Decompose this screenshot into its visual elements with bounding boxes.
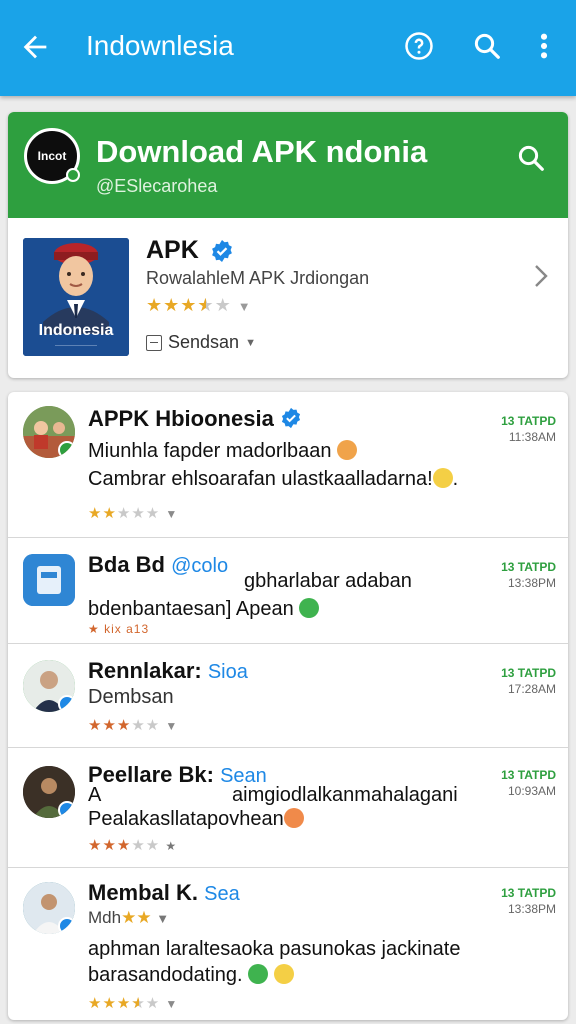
item-line3: barasandodating.	[88, 964, 294, 987]
online-dot-icon	[66, 168, 80, 182]
item-time: 17:28AM	[507, 682, 556, 696]
item-date: 13 TATPD	[501, 666, 556, 680]
item-handle: Sioa	[207, 661, 248, 683]
avatar	[23, 660, 75, 712]
item-line1: Mdh★★ ▼	[88, 908, 170, 927]
app-thumbnail[interactable]: Indonesia ——————	[23, 238, 129, 356]
message-list: APPK Hbioonesia 13 TATPD 11:38AM Miunhla…	[8, 392, 568, 1020]
chevron-right-icon[interactable]	[534, 264, 548, 288]
app-title-featured: APK	[146, 236, 199, 264]
caret-down-icon: ▼	[245, 336, 256, 349]
banner-subtitle: @ESlecarohea	[96, 176, 218, 196]
featured-rating: ★★★★★★ ▼	[146, 295, 252, 315]
avatar	[23, 406, 75, 458]
send-dropdown[interactable]: Sendsan ▼	[146, 332, 256, 353]
item-line2: bdenbantaesan] Apean	[88, 598, 320, 621]
thumbnail-sublabel: ——————	[55, 342, 97, 349]
status-badge	[58, 695, 75, 712]
avatar	[23, 766, 75, 818]
app-subtitle: RowalahleM APK Jrdiongan	[146, 268, 370, 288]
item-line1: A	[88, 784, 102, 806]
status-badge	[58, 441, 75, 458]
item-name-text: APPK Hbioonesia	[88, 406, 274, 431]
status-badge	[58, 801, 75, 818]
item-line2: aphman laraltesaoka pasunokas jackinate	[88, 938, 461, 960]
item-date: 13 TATPD	[501, 414, 556, 428]
checkbox-icon	[146, 334, 162, 351]
item-name: Rennlakar: Sioa	[88, 658, 248, 684]
item-name-text: Peellare Bk:	[88, 762, 214, 787]
app-icon	[23, 554, 75, 606]
emoji-icon	[337, 440, 358, 460]
more-vert-icon[interactable]	[534, 30, 554, 62]
item-line2: Cambrar ehlsoarafan ulastkaalladarna!.	[88, 468, 459, 490]
item-line1: Miunhla fapder madorlbaan	[88, 440, 358, 463]
item-rating: ★★★★★ ▼	[88, 505, 179, 522]
item-line2: Pealakasllatapovhean	[88, 808, 304, 831]
list-item[interactable]: Peellare Bk: Sean 13 TATPD 10:93AM A aim…	[8, 748, 568, 868]
item-name: APPK Hbioonesia	[88, 406, 302, 432]
featured-card[interactable]: Incot Download APK ndonia @ESlecarohea I…	[8, 112, 568, 378]
logo-text: Incot	[37, 149, 67, 163]
avatar	[23, 554, 75, 606]
item-line1-text: Mdh	[88, 908, 122, 927]
item-name-text: Membal K.	[88, 880, 199, 905]
thumbnail-label: Indonesia	[38, 322, 114, 339]
list-item[interactable]: Membal K. Sea 13 TATPD 13:38PM Mdh★★ ▼ a…	[8, 868, 568, 1020]
item-name-text: Rennlakar:	[88, 658, 202, 683]
item-name: Bda Bd @colo	[88, 552, 228, 578]
item-handle: Sea	[204, 883, 240, 905]
item-rating: ★★★★★ ▼	[88, 717, 179, 734]
emoji-icon	[273, 964, 294, 984]
list-item[interactable]: Rennlakar: Sioa 13 TATPD 17:28AM Dembsan…	[8, 644, 568, 748]
emoji-icon	[299, 598, 320, 618]
verified-badge-icon	[212, 240, 232, 262]
item-time: 13:38PM	[507, 576, 556, 590]
list-item[interactable]: Bda Bd @colo 13 TATPD 13:38PM gbharlabar…	[8, 538, 568, 644]
item-name: Membal K. Sea	[88, 880, 240, 906]
item-rating: ★★★★★★ ▼	[88, 995, 179, 1012]
item-line2-text: Pealakasllatapovhean	[88, 808, 284, 830]
verified-badge-icon	[281, 407, 301, 429]
app-title: Indownlesia	[86, 30, 234, 61]
emoji-icon	[248, 964, 269, 984]
banner-title: Download APK ndonia	[96, 134, 428, 169]
item-time: 13:38PM	[507, 902, 556, 916]
item-time: 11:38AM	[508, 430, 556, 444]
item-rating: ★★★★★ ★	[88, 837, 178, 854]
status-badge	[58, 917, 75, 934]
list-item[interactable]: APPK Hbioonesia 13 TATPD 11:38AM Miunhla…	[8, 392, 568, 538]
item-line1: gbharlabar adaban	[244, 570, 412, 592]
banner-search-icon[interactable]	[516, 142, 546, 174]
app-bar: Indownlesia	[0, 0, 576, 96]
item-handle: @colo	[171, 555, 229, 577]
featured-banner: Incot Download APK ndonia @ESlecarohea	[8, 112, 568, 218]
help-icon[interactable]	[404, 30, 434, 62]
item-line1: Dembsan	[88, 686, 174, 708]
emoji-icon	[283, 808, 304, 828]
item-date: 13 TATPD	[501, 768, 556, 782]
avatar	[23, 882, 75, 934]
send-dropdown-value: Sendsan	[168, 332, 240, 352]
emoji-icon	[432, 468, 453, 488]
item-line2-text: bdenbantaesan] Apean	[88, 598, 294, 620]
search-icon[interactable]	[472, 30, 502, 62]
item-name-text: Bda Bd	[88, 552, 165, 577]
item-line1-text: Miunhla fapder madorlbaan	[88, 440, 332, 462]
item-time: 10:93AM	[507, 784, 556, 798]
item-date: 13 TATPD	[501, 560, 556, 574]
item-line1b: aimgiodlalkanmahalagani	[232, 784, 458, 806]
back-arrow-icon[interactable]	[18, 30, 52, 64]
item-rating-text: ★ kix a13	[88, 622, 150, 636]
item-line3-text: barasandodating.	[88, 964, 243, 986]
item-date: 13 TATPD	[501, 886, 556, 900]
item-line2-text: Cambrar ehlsoarafan ulastkaalladarna!	[88, 468, 433, 490]
